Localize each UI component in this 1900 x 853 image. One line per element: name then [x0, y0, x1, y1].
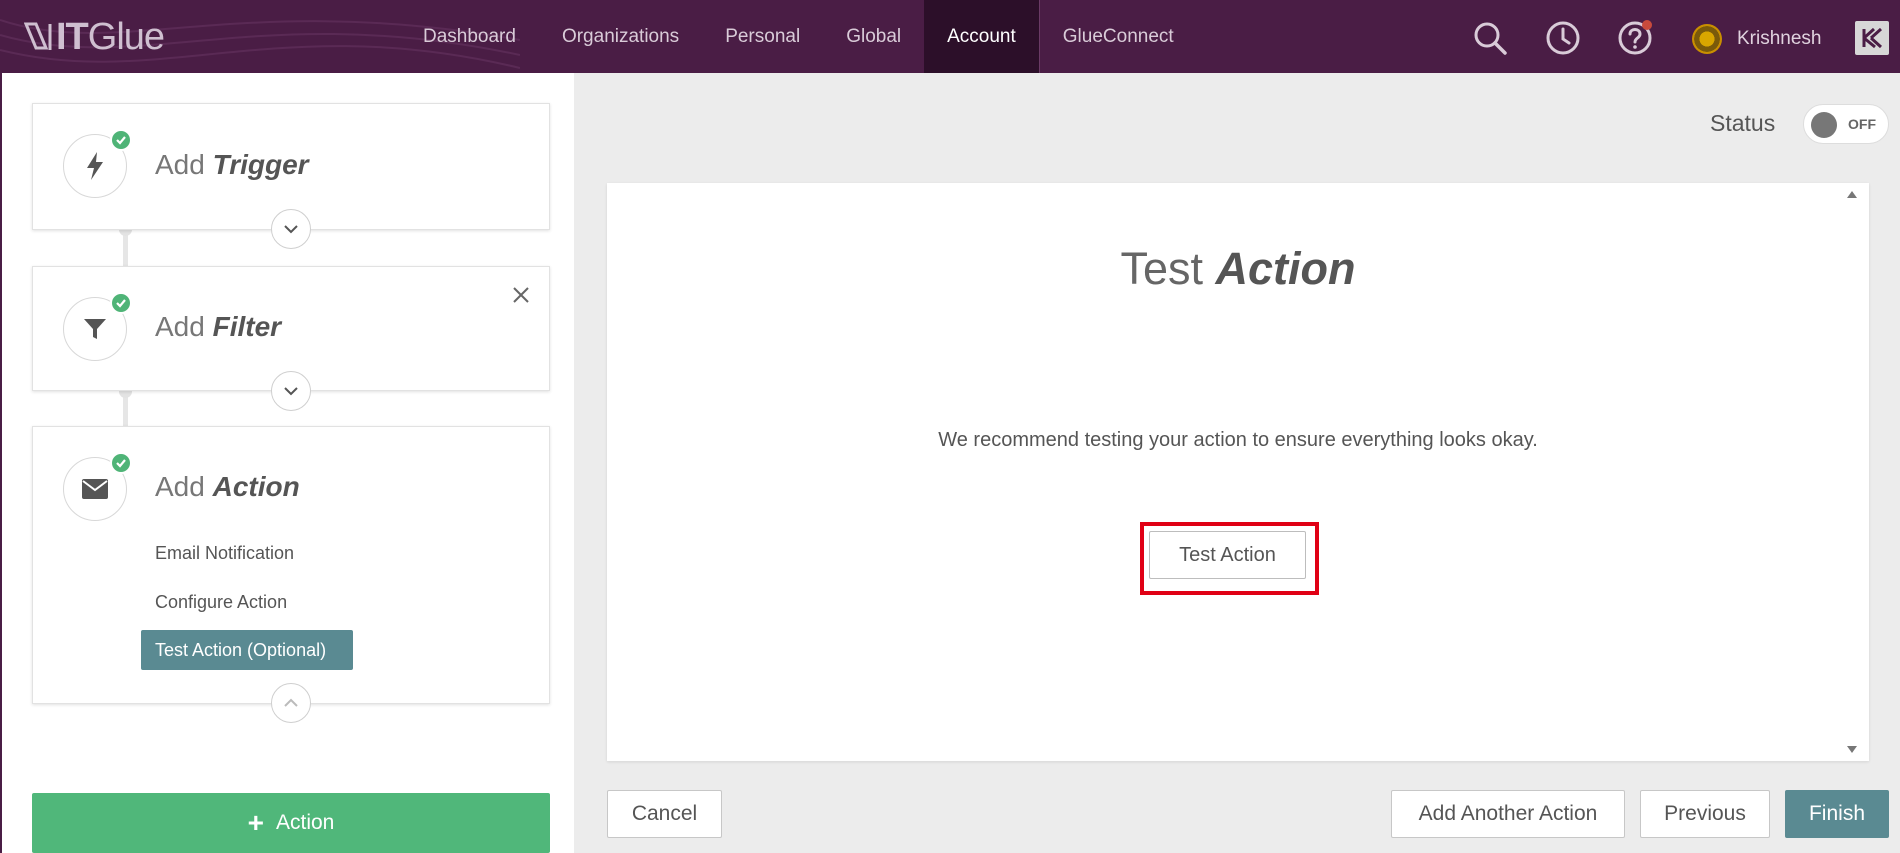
collapse-action-button[interactable] — [271, 683, 311, 723]
nav-personal[interactable]: Personal — [702, 0, 823, 73]
step-title-trigger: Add Trigger — [155, 149, 309, 180]
check-icon — [110, 292, 132, 314]
previous-button[interactable]: Previous — [1640, 790, 1770, 838]
kaseya-launcher-button[interactable] — [1855, 21, 1889, 55]
test-action-description: We recommend testing your action to ensu… — [938, 429, 1538, 451]
step-icon-action — [63, 452, 132, 521]
nav-global[interactable]: Global — [823, 0, 924, 73]
bolt-icon — [87, 152, 103, 180]
scroll-up-arrow[interactable] — [1847, 191, 1857, 198]
cancel-button[interactable]: Cancel — [607, 790, 722, 838]
finish-button[interactable]: Finish — [1785, 790, 1889, 838]
search-icon[interactable] — [1472, 20, 1508, 56]
page-title: Test Action — [1120, 243, 1356, 294]
main-nav: Dashboard Organizations Personal Global … — [400, 0, 1197, 73]
nav-dashboard[interactable]: Dashboard — [400, 0, 539, 73]
substep-test-action-active[interactable]: Test Action (Optional) — [141, 630, 353, 670]
nav-organizations[interactable]: Organizations — [539, 0, 702, 73]
status-toggle[interactable]: OFF — [1803, 104, 1889, 144]
plus-icon: + — [247, 807, 264, 838]
workflow-steps-panel: Add Trigger Add Filter Add Action Email … — [0, 73, 574, 853]
step-title-filter: Add Filter — [155, 311, 282, 342]
top-navigation-bar: ITGlue Dashboard Organizations Personal … — [0, 0, 1900, 73]
status-label: Status — [1710, 110, 1776, 136]
nav-glueconnect[interactable]: GlueConnect — [1040, 0, 1197, 73]
chevron-up-icon — [284, 698, 298, 707]
step-icon-trigger — [63, 129, 132, 198]
scroll-down-arrow[interactable] — [1847, 746, 1857, 753]
step-card-action[interactable]: Add Action Email Notification Configure … — [32, 426, 550, 704]
user-name[interactable]: Krishnesh — [1737, 0, 1822, 73]
logo-mark-icon — [24, 22, 52, 50]
step-icon-filter — [63, 292, 132, 361]
test-action-button[interactable]: Test Action — [1149, 531, 1306, 579]
history-clock-icon[interactable] — [1545, 20, 1581, 56]
add-another-action-button[interactable]: Add Another Action — [1391, 790, 1625, 838]
kaseya-k-icon — [1862, 27, 1883, 49]
step-title-action: Add Action — [155, 471, 300, 502]
toggle-state-text: OFF — [1848, 116, 1876, 132]
check-icon — [110, 129, 132, 151]
envelope-icon — [82, 479, 108, 499]
close-icon[interactable] — [511, 285, 531, 305]
expand-trigger-button[interactable] — [271, 209, 311, 249]
substep-email-notification[interactable]: Email Notification — [155, 543, 294, 564]
expand-filter-button[interactable] — [271, 371, 311, 411]
chevron-down-icon — [284, 387, 298, 396]
substep-configure-action[interactable]: Configure Action — [155, 592, 287, 613]
toggle-knob — [1811, 112, 1837, 138]
check-icon — [110, 452, 132, 474]
logo-text: ITGlue — [56, 16, 165, 58]
help-icon[interactable] — [1617, 20, 1653, 56]
itglue-logo[interactable]: ITGlue — [24, 16, 165, 58]
chevron-down-icon — [284, 225, 298, 234]
add-action-button[interactable]: + Action — [32, 793, 550, 853]
nav-account[interactable]: Account — [924, 0, 1040, 73]
user-avatar[interactable] — [1692, 24, 1722, 54]
add-action-label: Action — [275, 811, 335, 834]
test-action-panel: Test Action We recommend testing your ac… — [607, 183, 1869, 761]
filter-icon — [84, 319, 106, 339]
